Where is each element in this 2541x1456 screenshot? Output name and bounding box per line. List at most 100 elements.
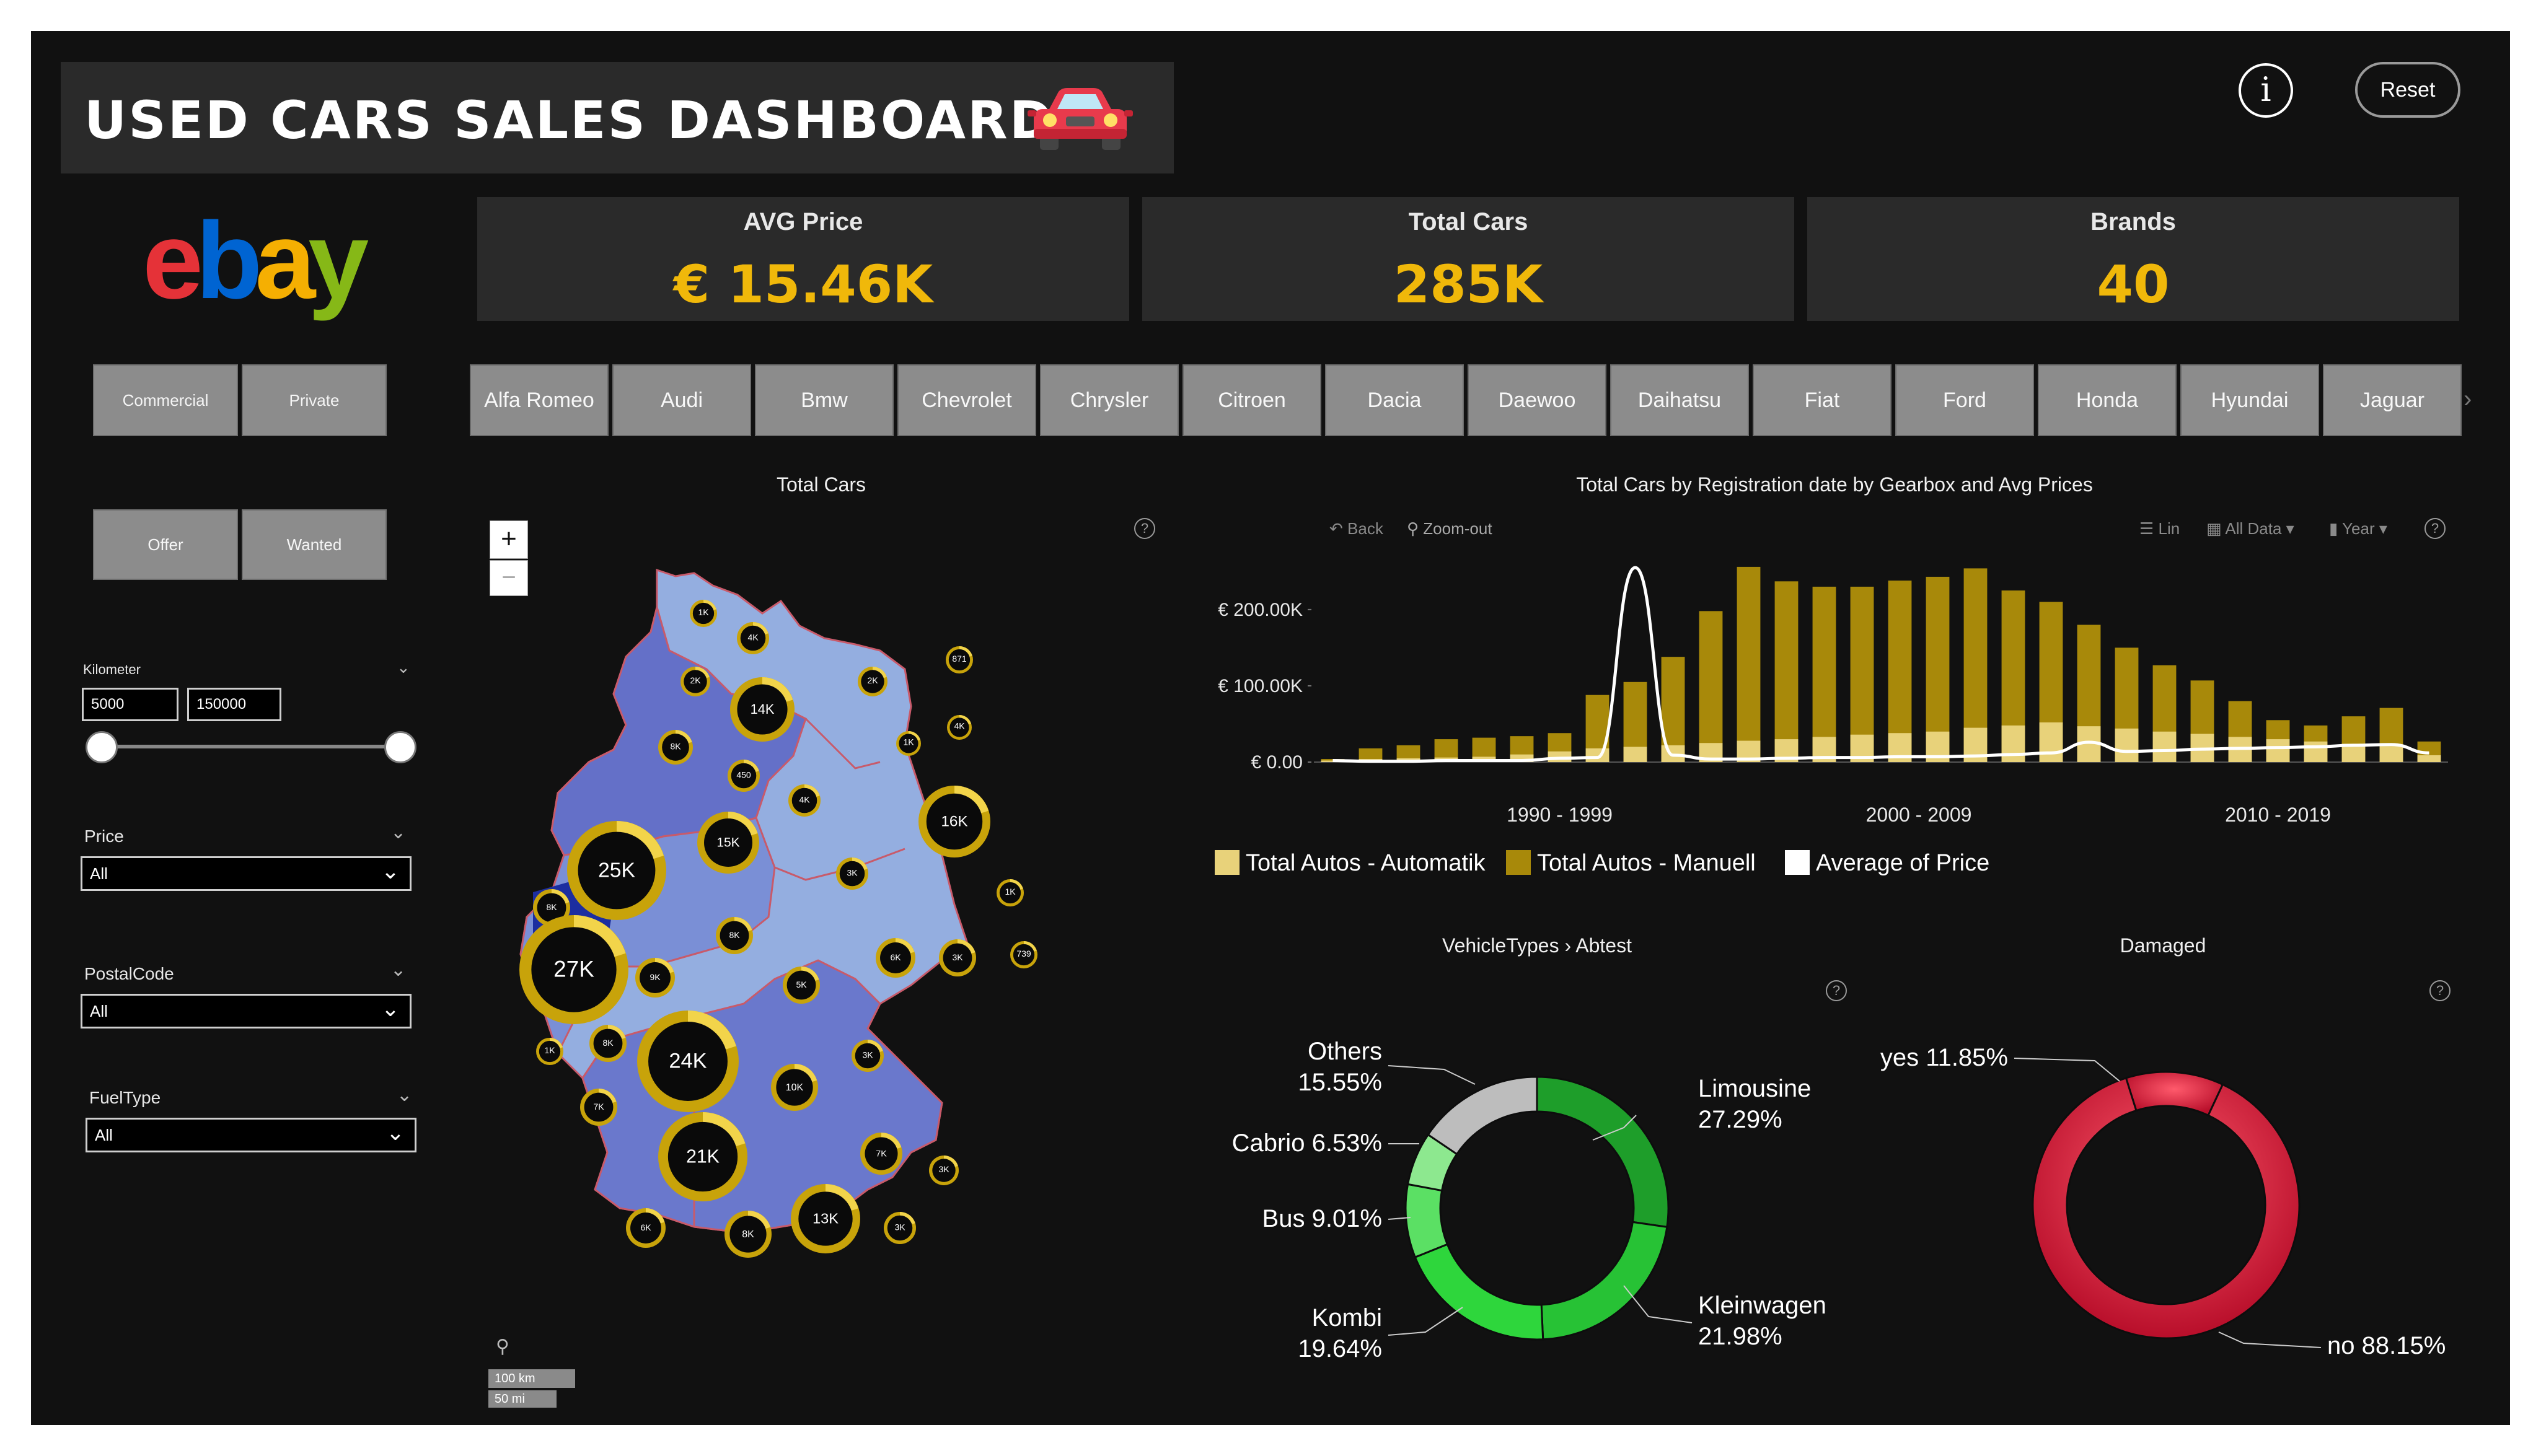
bar-automatik[interactable] <box>2266 739 2290 762</box>
donut-slice-kombi[interactable] <box>1414 1243 1544 1341</box>
map-bubble[interactable]: 1K <box>536 1038 563 1065</box>
chevron-down-icon[interactable]: ⌄ <box>390 822 406 843</box>
wanted-button[interactable]: Wanted <box>242 509 387 580</box>
map-bubble[interactable]: 1K <box>896 731 921 756</box>
chart-lin-toggle[interactable]: ☰ Lin <box>2139 519 2180 538</box>
map-bubble[interactable]: 4K <box>737 622 769 654</box>
help-icon[interactable]: ? <box>2429 980 2451 1001</box>
brand-button-citroen[interactable]: Citroen <box>1182 364 1321 436</box>
brand-button-bmw[interactable]: Bmw <box>755 364 894 436</box>
bar-automatik[interactable] <box>2417 755 2441 762</box>
brand-button-fiat[interactable]: Fiat <box>1753 364 1891 436</box>
bar-automatik[interactable] <box>2152 731 2177 762</box>
brand-button-chrysler[interactable]: Chrysler <box>1040 364 1179 436</box>
reset-button[interactable]: Reset <box>2355 62 2460 118</box>
map-bubble[interactable]: 4K <box>947 715 972 740</box>
map-bubble[interactable]: 1K <box>997 879 1024 906</box>
map-bubble[interactable]: 3K <box>836 857 868 890</box>
germany-map[interactable]: 1K 4K 2K 14K 2K 871 4K 1K 450 8K 4K 15K 16K 25K 3K 8K 1K… <box>508 558 1066 1313</box>
map-bubble[interactable]: 8K <box>724 1211 772 1258</box>
map-bubble[interactable]: 24K <box>637 1011 739 1112</box>
chart-year-dropdown[interactable]: ▮ Year ▾ <box>2329 519 2387 538</box>
brand-button-ford[interactable]: Ford <box>1895 364 2034 436</box>
damaged-donut[interactable]: yes 11.85% no 88.15% <box>1859 1004 2479 1400</box>
bar-chart[interactable]: € 0.00 € 100.00K € 200.00K 1990 - 1999 2000 … <box>1202 545 2467 892</box>
help-icon[interactable]: ? <box>1826 980 1847 1001</box>
brand-button-dacia[interactable]: Dacia <box>1325 364 1464 436</box>
donut-slice-limousine[interactable] <box>1536 1076 1670 1229</box>
chevron-down-icon[interactable]: ⌄ <box>397 658 410 677</box>
map-bubble[interactable]: 2K <box>680 667 710 696</box>
kilometer-slider-min-handle[interactable] <box>86 731 118 763</box>
donut-slice-no[interactable] <box>2032 1077 2301 1340</box>
bar-automatik[interactable] <box>2039 722 2063 762</box>
bar-automatik[interactable] <box>2001 725 2025 762</box>
offer-button[interactable]: Offer <box>93 509 238 580</box>
bar-manuell[interactable] <box>1774 581 1799 762</box>
brand-button-daewoo[interactable]: Daewoo <box>1468 364 1606 436</box>
seller-private-button[interactable]: Private <box>242 364 387 436</box>
line-average-price[interactable] <box>1332 566 2429 763</box>
map-bubble[interactable]: 739 <box>1010 941 1037 968</box>
chart-back-button[interactable]: ↶ Back <box>1329 519 1383 538</box>
kilometer-min-input[interactable]: 5000 <box>82 688 178 721</box>
brand-button-daihatsu[interactable]: Daihatsu <box>1610 364 1749 436</box>
map-bubble[interactable]: 25K <box>567 821 666 920</box>
bar-manuell[interactable] <box>1737 566 1761 762</box>
postalcode-dropdown[interactable]: All ⌄ <box>81 994 412 1028</box>
map-bubble[interactable]: 14K <box>730 677 795 742</box>
bar-automatik[interactable] <box>1585 748 1610 762</box>
map-bubble[interactable]: 13K <box>791 1184 860 1253</box>
donut-slice-yes[interactable] <box>2125 1071 2224 1117</box>
map-bubble[interactable]: 7K <box>580 1089 617 1126</box>
map-bubble[interactable]: 7K <box>860 1133 902 1175</box>
map-bubble[interactable]: 3K <box>852 1040 884 1072</box>
map-bubble[interactable]: 3K <box>884 1212 916 1244</box>
bar-automatik[interactable] <box>2115 728 2139 762</box>
brand-button-chevrolet[interactable]: Chevrolet <box>897 364 1036 436</box>
kilometer-slider-track[interactable] <box>102 745 401 748</box>
map-bubble[interactable]: 1K <box>690 600 717 627</box>
map-bubble[interactable]: 8K <box>716 917 753 954</box>
bar-automatik[interactable] <box>2304 741 2328 762</box>
map-bubble[interactable]: 450 <box>728 760 760 792</box>
help-icon[interactable]: ? <box>2424 518 2446 539</box>
map-bubble[interactable]: 9K <box>635 958 675 998</box>
donut-slice-kleinwagen[interactable] <box>1540 1221 1668 1341</box>
brand-button-hyundai[interactable]: Hyundai <box>2180 364 2319 436</box>
map-bubble[interactable]: 871 <box>946 646 973 673</box>
info-icon[interactable]: i <box>2239 63 2293 118</box>
chevron-down-icon[interactable]: ⌄ <box>397 1084 412 1106</box>
brand-button-jaguar[interactable]: Jaguar <box>2323 364 2462 436</box>
map-bubble[interactable]: 5K <box>783 967 820 1004</box>
vehicle-types-donut[interactable]: Limousine 27.29% Kleinwagen 21.98% Kombi 19.6… <box>1202 1004 1884 1400</box>
fueltype-dropdown[interactable]: All ⌄ <box>86 1118 416 1152</box>
map-bubble[interactable]: 15K <box>697 812 759 874</box>
map-bubble[interactable]: 10K <box>771 1064 818 1111</box>
kilometer-max-input[interactable]: 150000 <box>187 688 281 721</box>
brand-button-audi[interactable]: Audi <box>612 364 751 436</box>
map-bubble[interactable]: 6K <box>876 938 915 978</box>
map-bubble[interactable]: 27K <box>519 915 628 1024</box>
chevron-right-icon[interactable]: › <box>2464 385 2472 413</box>
map-zoom-in-button[interactable]: + <box>490 520 528 559</box>
brand-button-alfa-romeo[interactable]: Alfa Romeo <box>470 364 609 436</box>
map-bubble[interactable]: 21K <box>658 1112 747 1201</box>
price-dropdown[interactable]: All ⌄ <box>81 856 412 891</box>
map-bubble[interactable]: 6K <box>626 1208 666 1248</box>
help-icon[interactable]: ? <box>1134 518 1155 539</box>
map-bubble[interactable]: 16K <box>918 786 990 857</box>
bar-manuell[interactable] <box>1699 611 1723 762</box>
bar-manuell[interactable] <box>1812 586 1836 762</box>
map-bubble[interactable]: 4K <box>788 784 821 817</box>
map-bubble[interactable]: 3K <box>929 1156 959 1185</box>
bar-automatik[interactable] <box>2379 746 2403 762</box>
chevron-down-icon[interactable]: ⌄ <box>390 959 406 981</box>
seller-commercial-button[interactable]: Commercial <box>93 364 238 436</box>
map-bubble[interactable]: 2K <box>858 667 887 696</box>
map-bubble[interactable]: 3K <box>939 939 976 976</box>
map-bubble[interactable]: 8K <box>658 730 693 765</box>
chart-all-data-dropdown[interactable]: ▦ All Data ▾ <box>2206 519 2294 538</box>
donut-slice-bus[interactable] <box>1404 1183 1449 1259</box>
kilometer-slider-max-handle[interactable] <box>384 731 416 763</box>
